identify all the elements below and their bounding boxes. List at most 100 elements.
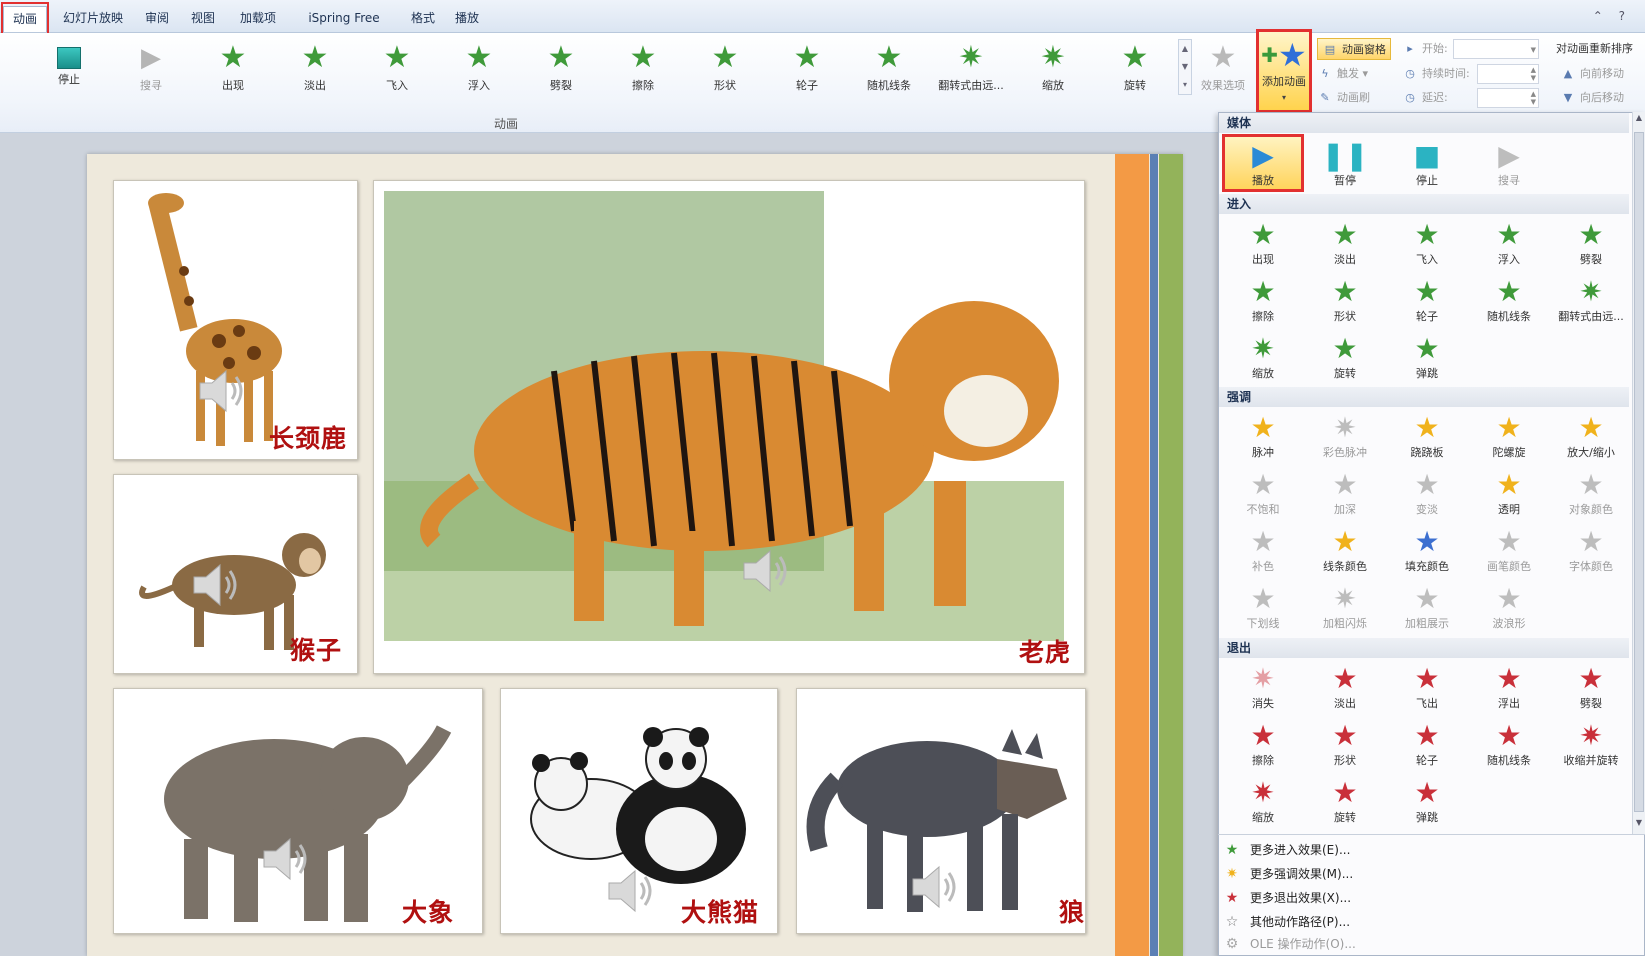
ribbon-btn-swivel[interactable]: ★ 旋转 bbox=[1095, 39, 1175, 97]
speaker-icon[interactable] bbox=[256, 829, 316, 889]
gallery-item-emphasis[interactable]: ★ 补色 bbox=[1222, 522, 1304, 578]
ribbon-btn-wipe[interactable]: ★ 擦除 bbox=[603, 39, 683, 97]
ribbon-btn-fade[interactable]: ★ 淡出 bbox=[275, 39, 355, 97]
speaker-icon[interactable] bbox=[905, 857, 965, 917]
gallery-item-entrance[interactable]: ★ 淡出 bbox=[1304, 215, 1386, 271]
ribbon-btn-fly-in[interactable]: ★ 飞入 bbox=[357, 39, 437, 97]
gallery-item-emphasis[interactable]: ★ 字体颜色 bbox=[1550, 522, 1632, 578]
tab-review[interactable]: 审阅 bbox=[138, 6, 176, 32]
more-motion-paths-link[interactable]: ☆ 其他动作路径(P)... bbox=[1222, 910, 1622, 934]
gallery-scrollbar[interactable]: ▲ ▼ bbox=[1632, 112, 1645, 834]
ribbon-btn-random-bars[interactable]: ★ 随机线条 bbox=[849, 39, 929, 97]
gallery-item-exit[interactable]: ✷ 消失 bbox=[1222, 659, 1304, 715]
ribbon-btn-shape[interactable]: ★ 形状 bbox=[685, 39, 765, 97]
gallery-item-emphasis[interactable]: ★ 不饱和 bbox=[1222, 465, 1304, 521]
gallery-item-emphasis[interactable]: ✷ 加粗闪烁 bbox=[1304, 579, 1386, 635]
gallery-item-emphasis[interactable]: ★ 画笔颜色 bbox=[1468, 522, 1550, 578]
gallery-item-entrance[interactable]: ✷ 缩放 bbox=[1222, 329, 1304, 385]
speaker-icon[interactable] bbox=[186, 555, 246, 615]
gallery-item-entrance[interactable]: ★ 旋转 bbox=[1304, 329, 1386, 385]
gallery-item-exit[interactable]: ★ 浮出 bbox=[1468, 659, 1550, 715]
ribbon-minimize-icon[interactable]: ⌃ ? bbox=[1593, 9, 1631, 23]
gallery-item-emphasis[interactable]: ★ 加深 bbox=[1304, 465, 1386, 521]
gallery-item-exit[interactable]: ★ 劈裂 bbox=[1550, 659, 1632, 715]
tab-view[interactable]: 视图 bbox=[184, 6, 222, 32]
gallery-item-entrance[interactable]: ✷ 翻转式由远... bbox=[1550, 272, 1632, 328]
gallery-item-pause[interactable]: ❚❚ 暂停 bbox=[1304, 136, 1386, 192]
gallery-item-entrance[interactable]: ★ 擦除 bbox=[1222, 272, 1304, 328]
gallery-item-emphasis[interactable]: ★ 跷跷板 bbox=[1386, 408, 1468, 464]
gallery-item-entrance[interactable]: ★ 随机线条 bbox=[1468, 272, 1550, 328]
gallery-item-emphasis[interactable]: ★ 变淡 bbox=[1386, 465, 1468, 521]
gallery-item-emphasis[interactable]: ✷ 彩色脉冲 bbox=[1304, 408, 1386, 464]
gallery-item-entrance[interactable]: ★ 出现 bbox=[1222, 215, 1304, 271]
gallery-item-play[interactable]: ▶ 播放 bbox=[1222, 136, 1304, 192]
gallery-item-entrance[interactable]: ★ 轮子 bbox=[1386, 272, 1468, 328]
ribbon-btn-grow-turn[interactable]: ✷ 翻转式由远... bbox=[931, 39, 1011, 97]
move-later-button[interactable]: ▼ 向后移动 bbox=[1560, 87, 1624, 109]
gallery-item-emphasis[interactable]: ★ 下划线 bbox=[1222, 579, 1304, 635]
animal-card-monkey[interactable]: 猴子 bbox=[113, 474, 358, 674]
gallery-item-emphasis[interactable]: ★ 透明 bbox=[1468, 465, 1550, 521]
gallery-item-exit[interactable]: ★ 轮子 bbox=[1386, 716, 1468, 772]
gallery-item-exit[interactable]: ★ 擦除 bbox=[1222, 716, 1304, 772]
gallery-item-exit[interactable]: ★ 飞出 bbox=[1386, 659, 1468, 715]
gallery-item-emphasis[interactable]: ★ 脉冲 bbox=[1222, 408, 1304, 464]
effect-options-button[interactable]: ★ 效果选项 bbox=[1188, 39, 1258, 97]
ribbon-btn-wheel[interactable]: ★ 轮子 bbox=[767, 39, 847, 97]
gallery-item-entrance[interactable]: ★ 劈裂 bbox=[1550, 215, 1632, 271]
gallery-item-entrance[interactable]: ★ 飞入 bbox=[1386, 215, 1468, 271]
gallery-item-entrance[interactable]: ★ 弹跳 bbox=[1386, 329, 1468, 385]
gallery-item-exit[interactable]: ★ 形状 bbox=[1304, 716, 1386, 772]
delay-input[interactable]: ▲ ▼ bbox=[1477, 88, 1539, 108]
tab-format[interactable]: 格式 bbox=[404, 6, 442, 32]
scrollbar-thumb[interactable] bbox=[1634, 132, 1644, 812]
gallery-item-exit[interactable]: ★ 淡出 bbox=[1304, 659, 1386, 715]
trigger-button[interactable]: ϟ 触发 ▾ bbox=[1317, 63, 1368, 85]
tab-slideshow[interactable]: 幻灯片放映 bbox=[52, 6, 134, 32]
animation-pane-button[interactable]: ▤ 动画窗格 bbox=[1317, 38, 1391, 60]
gallery-item-emphasis[interactable]: ★ 加粗展示 bbox=[1386, 579, 1468, 635]
animation-painter-button[interactable]: ✎ 动画刷 bbox=[1317, 87, 1370, 109]
gallery-item-exit[interactable]: ✷ 收缩并旋转 bbox=[1550, 716, 1632, 772]
tab-playback[interactable]: 播放 bbox=[448, 6, 486, 32]
gallery-item-exit[interactable]: ✷ 缩放 bbox=[1222, 773, 1304, 829]
more-emphasis-effects-link[interactable]: ✷ 更多强调效果(M)... bbox=[1222, 862, 1622, 886]
gallery-item-stop[interactable]: ■ 停止 bbox=[1386, 136, 1468, 192]
scroll-down-icon[interactable]: ▼ bbox=[1633, 818, 1645, 832]
ribbon-btn-stop[interactable]: 停止 bbox=[29, 39, 109, 97]
animal-card-tiger[interactable]: 老虎 bbox=[373, 180, 1085, 674]
more-entrance-effects-link[interactable]: ★ 更多进入效果(E)... bbox=[1222, 838, 1622, 862]
duration-input[interactable]: ▲ ▼ bbox=[1477, 64, 1539, 84]
gallery-item-seek[interactable]: ▶ 搜寻 bbox=[1468, 136, 1550, 192]
tab-addins[interactable]: 加载项 bbox=[232, 6, 284, 32]
gallery-item-entrance[interactable]: ★ 浮入 bbox=[1468, 215, 1550, 271]
move-earlier-button[interactable]: ▲ 向前移动 bbox=[1560, 63, 1624, 85]
gallery-item-emphasis[interactable]: ★ 放大/缩小 bbox=[1550, 408, 1632, 464]
ribbon-btn-split[interactable]: ★ 劈裂 bbox=[521, 39, 601, 97]
start-select[interactable]: ▼ bbox=[1453, 39, 1539, 59]
more-exit-effects-link[interactable]: ★ 更多退出效果(X)... bbox=[1222, 886, 1622, 910]
ribbon-btn-appear[interactable]: ★ 出现 bbox=[193, 39, 273, 97]
animal-card-elephant[interactable]: 大象 bbox=[113, 688, 483, 934]
tab-ispring[interactable]: iSpring Free bbox=[300, 6, 388, 32]
ribbon-btn-float-in[interactable]: ★ 浮入 bbox=[439, 39, 519, 97]
gallery-item-exit[interactable]: ★ 弹跳 bbox=[1386, 773, 1468, 829]
speaker-icon[interactable] bbox=[736, 541, 796, 601]
animal-card-panda[interactable]: 大熊猫 bbox=[500, 688, 778, 934]
speaker-icon[interactable] bbox=[192, 361, 252, 421]
animal-card-giraffe[interactable]: 长颈鹿 bbox=[113, 180, 358, 460]
gallery-item-emphasis[interactable]: ★ 对象颜色 bbox=[1550, 465, 1632, 521]
gallery-item-emphasis[interactable]: ★ 波浪形 bbox=[1468, 579, 1550, 635]
ole-action-verbs-link[interactable]: ⚙ OLE 操作动作(O)... bbox=[1222, 932, 1622, 956]
speaker-icon[interactable] bbox=[601, 861, 661, 921]
animal-card-wolf[interactable]: 狼 bbox=[796, 688, 1086, 934]
gallery-item-entrance[interactable]: ★ 形状 bbox=[1304, 272, 1386, 328]
scroll-up-icon[interactable]: ▲ bbox=[1633, 113, 1645, 127]
add-animation-button[interactable]: ✚★ 添加动画 ▾ bbox=[1256, 29, 1312, 113]
gallery-item-emphasis[interactable]: ★ 线条颜色 bbox=[1304, 522, 1386, 578]
gallery-item-exit[interactable]: ★ 随机线条 bbox=[1468, 716, 1550, 772]
gallery-item-emphasis[interactable]: ★ 填充颜色 bbox=[1386, 522, 1468, 578]
gallery-item-exit[interactable]: ★ 旋转 bbox=[1304, 773, 1386, 829]
ribbon-btn-seek[interactable]: ▶ 搜寻 bbox=[111, 39, 191, 97]
